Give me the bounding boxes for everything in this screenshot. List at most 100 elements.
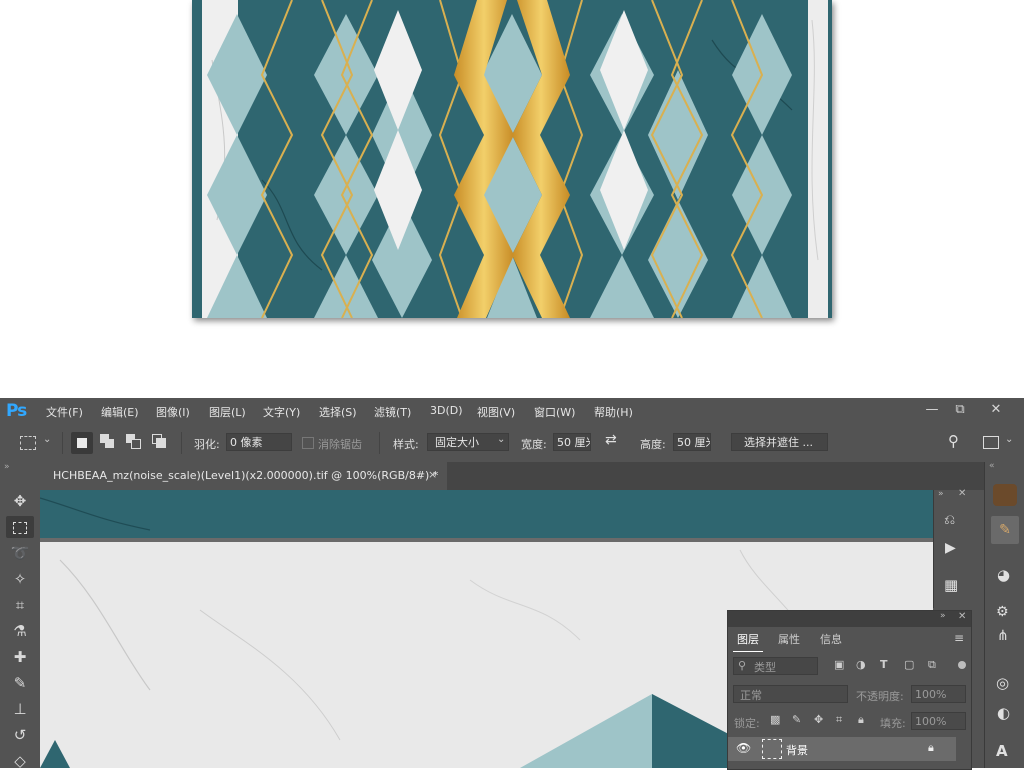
search-icon: ⚲ bbox=[738, 659, 747, 672]
brush-preset-icon[interactable] bbox=[993, 484, 1017, 506]
app-logo: Ps bbox=[6, 401, 27, 421]
lock-position-icon[interactable]: ✥ bbox=[814, 713, 823, 726]
chevron-down-icon: ⌄ bbox=[497, 434, 506, 445]
opacity-input[interactable]: 100% bbox=[911, 685, 966, 703]
lock-all-icon[interactable]: 🔒︎ bbox=[858, 713, 864, 727]
collapse-icon[interactable]: » bbox=[940, 611, 946, 621]
menu-layer[interactable]: 图层(L) bbox=[209, 404, 246, 420]
photoshop-window: Ps 文件(F) 编辑(E) 图像(I) 图层(L) 文字(Y) 选择(S) 滤… bbox=[0, 398, 1024, 770]
cloud-libraries-icon[interactable]: ◎ bbox=[996, 674, 1009, 692]
artwork-preview bbox=[192, 0, 832, 318]
document-title: HCHBEAA_mz(noise_scale)(Level1)(x2.00000… bbox=[53, 469, 439, 482]
brush-tool-icon[interactable]: ✎ bbox=[6, 672, 34, 694]
minimize-button[interactable]: — bbox=[918, 400, 946, 420]
layer-filter-select[interactable]: ⚲ 类型 bbox=[733, 657, 818, 675]
character-icon[interactable]: A bbox=[996, 742, 1008, 760]
crop-tool-icon[interactable]: ⌗ bbox=[6, 594, 34, 616]
tab-info[interactable]: 信息 bbox=[816, 629, 846, 651]
grid-icon[interactable]: ▦ bbox=[944, 576, 958, 594]
brush-settings-icon[interactable]: ✎ bbox=[991, 516, 1019, 544]
visibility-eye-icon[interactable]: 👁︎ bbox=[736, 741, 751, 755]
history-brush-tool-icon[interactable]: ↺ bbox=[6, 724, 34, 746]
opacity-label: 不透明度: bbox=[856, 690, 904, 703]
menu-3d[interactable]: 3D(D) bbox=[430, 404, 463, 417]
subtract-from-selection-icon[interactable] bbox=[126, 434, 142, 450]
close-dock-button[interactable]: ✕ bbox=[958, 488, 966, 499]
menu-help[interactable]: 帮助(H) bbox=[594, 404, 633, 420]
collapse-icon[interactable]: » bbox=[938, 489, 944, 499]
collapse-icon[interactable]: « bbox=[989, 461, 995, 471]
menu-window[interactable]: 窗口(W) bbox=[534, 404, 575, 420]
eyedropper-tool-icon[interactable]: ⚗ bbox=[6, 620, 34, 642]
panel-menu-icon[interactable]: ≡ bbox=[954, 631, 964, 645]
menu-filter[interactable]: 滤镜(T) bbox=[374, 404, 411, 420]
styles-icon[interactable]: ◐ bbox=[997, 704, 1010, 722]
artwork-graphic bbox=[192, 0, 832, 318]
width-input[interactable]: 50 厘米 bbox=[553, 433, 591, 451]
add-to-selection-icon[interactable] bbox=[100, 434, 116, 450]
filter-shape-icon[interactable]: ▢ bbox=[904, 658, 914, 671]
height-input[interactable]: 50 厘米 bbox=[673, 433, 711, 451]
close-window-button[interactable]: ✕ bbox=[982, 400, 1010, 420]
filter-adjustment-icon[interactable]: ◑ bbox=[856, 658, 866, 671]
close-panel-button[interactable]: ✕ bbox=[958, 611, 966, 622]
paths-icon[interactable]: ⋔ bbox=[997, 628, 1009, 644]
adjustments-icon[interactable]: ⚙ bbox=[996, 604, 1009, 620]
workspace-icon[interactable] bbox=[983, 436, 999, 449]
layer-filter-label: 类型 bbox=[754, 661, 776, 674]
tab-layers[interactable]: 图层 bbox=[733, 629, 763, 652]
layer-thumbnail bbox=[762, 739, 782, 759]
fill-label: 填充: bbox=[880, 717, 906, 730]
divider bbox=[181, 432, 182, 454]
chevron-down-icon[interactable]: ⌄ bbox=[43, 434, 51, 445]
chevron-down-icon[interactable]: ⌄ bbox=[1005, 434, 1013, 445]
antialias-checkbox[interactable] bbox=[302, 437, 314, 449]
restore-button[interactable]: ⧉ bbox=[946, 400, 974, 420]
move-tool-icon[interactable]: ✥ bbox=[6, 490, 34, 512]
menu-image[interactable]: 图像(I) bbox=[156, 404, 190, 420]
intersect-selection-icon[interactable] bbox=[152, 434, 168, 450]
menu-view[interactable]: 视图(V) bbox=[477, 404, 515, 420]
marquee-tool-icon[interactable] bbox=[6, 516, 34, 538]
tools-panel: » ✥ ➰ ✧ ⌗ ⚗ ✚ ✎ ⊥ ↺ ◇ bbox=[0, 462, 41, 770]
healing-brush-tool-icon[interactable]: ✚ bbox=[6, 646, 34, 668]
lock-artboard-icon[interactable]: ⌗ bbox=[836, 713, 842, 727]
actions-play-icon[interactable]: ▶ bbox=[945, 540, 956, 556]
search-icon[interactable]: ⚲ bbox=[948, 432, 959, 450]
history-icon[interactable]: ⎌ bbox=[944, 512, 955, 528]
filter-toggle[interactable] bbox=[958, 661, 966, 669]
tab-properties[interactable]: 属性 bbox=[774, 629, 804, 651]
filter-smart-object-icon[interactable]: ⧉ bbox=[928, 658, 936, 672]
divider bbox=[379, 432, 380, 454]
blend-mode-select[interactable]: 正常 bbox=[733, 685, 848, 703]
swap-dimensions-icon[interactable]: ⇄ bbox=[605, 432, 617, 448]
layer-name: 背景 bbox=[786, 744, 808, 757]
fill-input[interactable]: 100% bbox=[911, 712, 966, 730]
close-tab-button[interactable]: × bbox=[428, 468, 437, 481]
marquee-preset-icon[interactable] bbox=[20, 436, 36, 450]
menu-file[interactable]: 文件(F) bbox=[46, 404, 83, 420]
clone-stamp-tool-icon[interactable]: ⊥ bbox=[6, 698, 34, 720]
style-label: 样式: bbox=[393, 438, 419, 451]
new-selection-button[interactable] bbox=[71, 432, 93, 454]
layer-lock-icon: 🔒︎ bbox=[928, 741, 934, 754]
feather-input[interactable]: 0 像素 bbox=[226, 433, 292, 451]
lasso-tool-icon[interactable]: ➰ bbox=[6, 542, 34, 564]
layer-row-background[interactable]: 👁︎ 背景 🔒︎ bbox=[728, 737, 956, 761]
menu-select[interactable]: 选择(S) bbox=[319, 404, 357, 420]
magic-wand-tool-icon[interactable]: ✧ bbox=[6, 568, 34, 590]
divider bbox=[62, 432, 63, 454]
feather-label: 羽化: bbox=[194, 438, 220, 451]
lock-pixels-icon[interactable]: ✎ bbox=[792, 713, 801, 726]
menu-edit[interactable]: 编辑(E) bbox=[101, 404, 139, 420]
filter-pixel-icon[interactable]: ▣ bbox=[834, 658, 844, 671]
collapse-icon[interactable]: » bbox=[4, 462, 10, 472]
new-selection-icon bbox=[77, 438, 87, 448]
color-palette-icon[interactable]: ◕ bbox=[997, 566, 1010, 584]
eraser-tool-icon[interactable]: ◇ bbox=[6, 750, 34, 772]
menu-type[interactable]: 文字(Y) bbox=[263, 404, 300, 420]
lock-transparent-icon[interactable]: ▩ bbox=[770, 713, 780, 726]
document-tab[interactable]: HCHBEAA_mz(noise_scale)(Level1)(x2.00000… bbox=[40, 462, 447, 490]
filter-type-icon[interactable]: T bbox=[880, 658, 888, 671]
select-and-mask-button[interactable]: 选择并遮住 ... bbox=[731, 433, 828, 451]
